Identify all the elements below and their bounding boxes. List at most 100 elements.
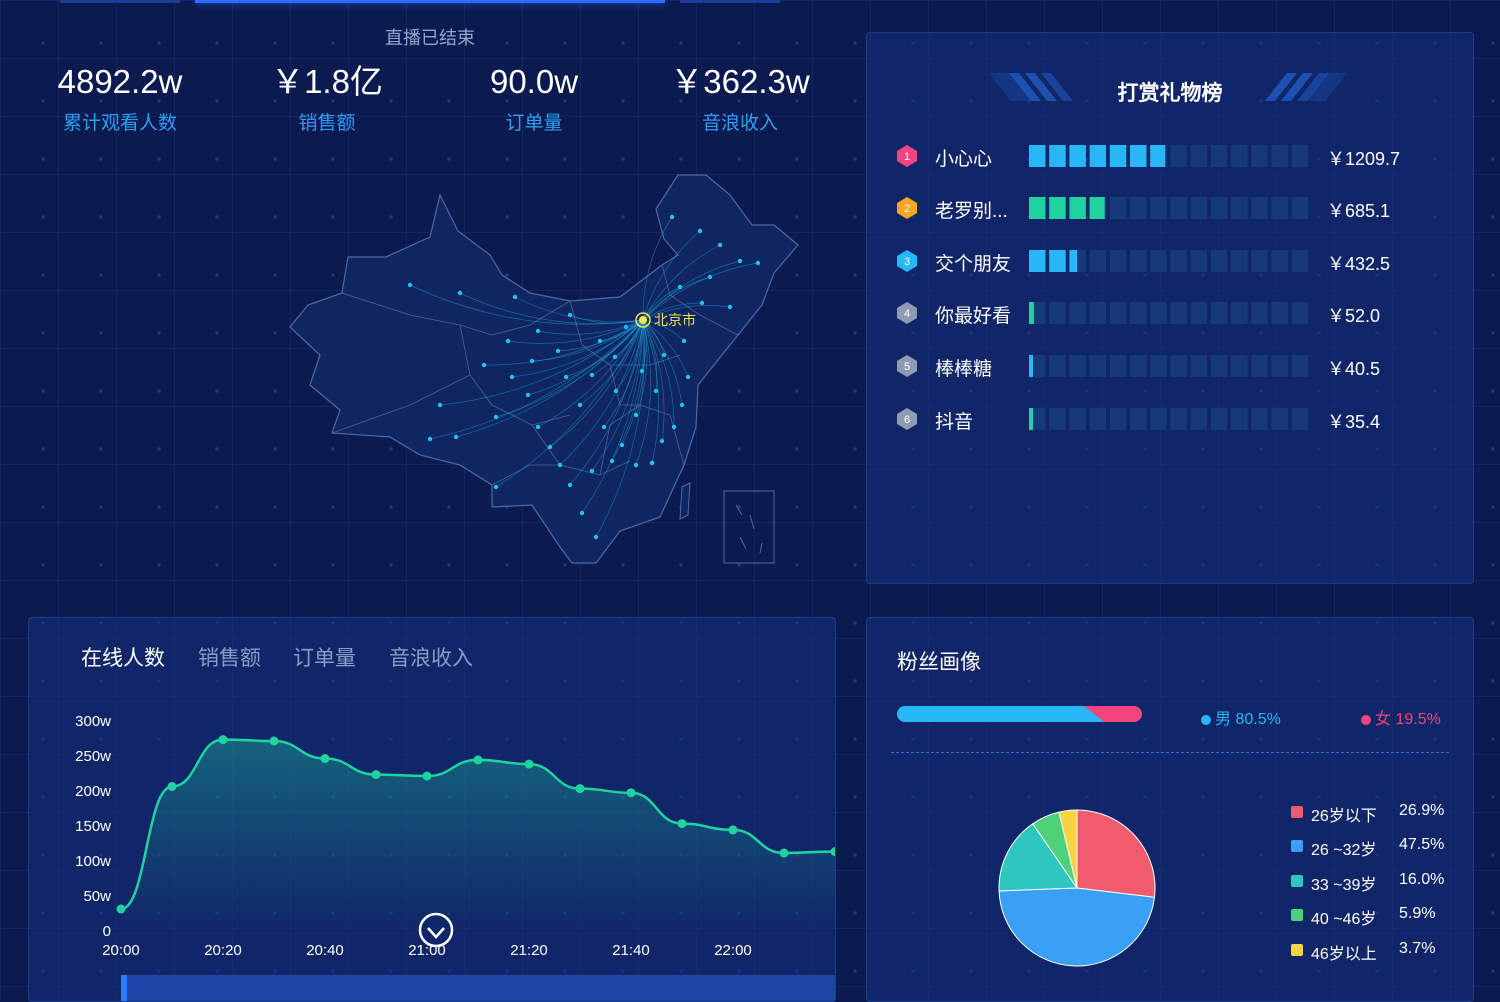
legend-swatch: [1291, 909, 1303, 921]
legend-swatch: [1291, 806, 1303, 818]
city-dot: [457, 290, 463, 296]
age-pct: 3.7%: [1399, 940, 1436, 957]
bar-segment-filled: [1089, 197, 1105, 219]
bar-segment-filled: [1029, 250, 1046, 272]
scrollbar-handle[interactable]: [121, 975, 127, 1001]
city-dot: [609, 458, 615, 464]
age-pct: 47.5%: [1399, 836, 1445, 853]
gift-amount: ￥52.0: [1327, 306, 1381, 326]
rank-badge-icon: 2: [897, 197, 917, 219]
city-dot: [699, 300, 705, 306]
y-tick-label: 200w: [75, 783, 111, 800]
data-point: [473, 755, 483, 765]
gift-bar: [1029, 197, 1309, 219]
bar-segment-bg: [1130, 408, 1147, 430]
bar-segment-bg: [1089, 250, 1107, 272]
city-dot: [649, 460, 655, 466]
bar-segment-bg: [1130, 197, 1147, 219]
y-axis: 0 50w 100w 150w 200w 250w 300w: [75, 713, 111, 940]
female-label: 女 19.5%: [1375, 711, 1441, 728]
bar-segment-bg: [1291, 408, 1309, 430]
city-dot: [727, 304, 733, 310]
bar-segment-bg: [1150, 302, 1167, 324]
bar-segment-bg: [1109, 302, 1127, 324]
y-tick-label: 150w: [75, 818, 111, 835]
city-dot: [427, 436, 433, 442]
bar-segment-bg: [1089, 302, 1107, 324]
city-dot: [633, 412, 639, 418]
fans-panel-title: 粉丝画像: [897, 651, 981, 674]
data-point: [677, 819, 687, 829]
age-label: 46岁以上: [1311, 946, 1377, 963]
bar-segment-bg: [1049, 355, 1066, 377]
age-pie-chart: [998, 809, 1156, 967]
bar-segment-filled: [1029, 197, 1046, 219]
x-tick-label: 21:20: [510, 942, 548, 959]
gift-amount: ￥1209.7: [1327, 149, 1401, 169]
city-dot: [589, 372, 595, 378]
bar-segment-bg: [1170, 355, 1187, 377]
bar-segment-bg: [1251, 355, 1268, 377]
gender-male-segment: [897, 706, 1105, 722]
gift-row-3: 3 交个朋友 ￥432.5: [895, 245, 1455, 277]
bar-segment-bg: [1130, 355, 1147, 377]
city-dot: [717, 242, 723, 248]
header-decor-right: [680, 0, 780, 3]
bar-segment-bg: [1271, 197, 1288, 219]
gift-amount: ￥432.5: [1327, 254, 1391, 274]
legend-swatch: [1291, 944, 1303, 956]
city-dot: [619, 442, 625, 448]
stat-value: ￥362.3w: [670, 63, 810, 100]
bar-segment-bg: [1089, 408, 1107, 430]
fans-portrait-panel: 粉丝画像 男 80.5% 女 19.5% 26岁以下 26.9% 26 ~32岁 4…: [866, 617, 1474, 1002]
rank-number: 6: [904, 414, 910, 426]
stat-value: ￥1.8亿: [271, 63, 383, 100]
x-tick-label: 20:40: [306, 942, 344, 959]
bar-segment-bg: [1190, 408, 1208, 430]
bar-segment-bg: [1210, 355, 1228, 377]
time-range-scrollbar[interactable]: [121, 975, 835, 1001]
bar-segment-bg: [1130, 302, 1147, 324]
stat-viewers: 4892.2w 累计观看人数: [30, 60, 210, 135]
check-circle-icon[interactable]: [417, 911, 455, 949]
bar-segment-bg: [1210, 197, 1228, 219]
city-dot: [579, 510, 585, 516]
bar-segment-filled: [1130, 145, 1147, 167]
rank-number: 5: [904, 361, 910, 373]
gift-bar: [1029, 408, 1309, 430]
x-axis: 20:0020:2020:4021:0021:2021:4022:0022:: [102, 942, 752, 959]
city-dot: [555, 348, 561, 354]
live-status: 直播已结束: [385, 28, 475, 48]
gift-ranking-panel: 打赏礼物榜 1 小心心 ￥1209.7 2 老罗别... ￥685.1 3 交个…: [866, 32, 1474, 584]
city-dot: [653, 388, 659, 394]
bar-segment-bg: [1190, 145, 1208, 167]
city-dot: [755, 260, 761, 266]
age-label: 26岁以下: [1311, 808, 1377, 825]
bar-segment-filled: [1049, 250, 1066, 272]
stat-label: 音浪收入: [701, 113, 778, 134]
city-dot: [593, 534, 599, 540]
bar-segment-bg: [1210, 250, 1228, 272]
y-tick-label: 300w: [75, 713, 111, 730]
bar-segment-filled: [1150, 145, 1166, 167]
gift-name: 小心心: [935, 149, 993, 170]
bar-segment-bg: [1210, 408, 1228, 430]
city-dot: [685, 374, 691, 380]
gift-bar: [1029, 250, 1309, 272]
city-dot: [613, 388, 619, 394]
bar-segment-filled: [1109, 145, 1127, 167]
gift-name: 抖音: [935, 412, 974, 433]
bar-segment-bg: [1109, 250, 1127, 272]
stat-value: 4892.2w: [57, 63, 183, 100]
bar-segment-bg: [1190, 355, 1208, 377]
gift-name: 老罗别...: [935, 201, 1008, 222]
rank-badge-icon: 1: [897, 145, 917, 167]
stats-row: 4892.2w 累计观看人数 ￥1.8亿 销售额 90.0w 订单量 ￥362.…: [30, 60, 850, 150]
city-dot: [437, 402, 443, 408]
header-glow-bar: [195, 0, 665, 3]
city-dot: [535, 328, 541, 334]
bar-segment-bg: [1231, 250, 1248, 272]
x-tick-label: 22:00: [714, 942, 752, 959]
data-point: [116, 904, 126, 914]
taiwan: [679, 482, 691, 520]
